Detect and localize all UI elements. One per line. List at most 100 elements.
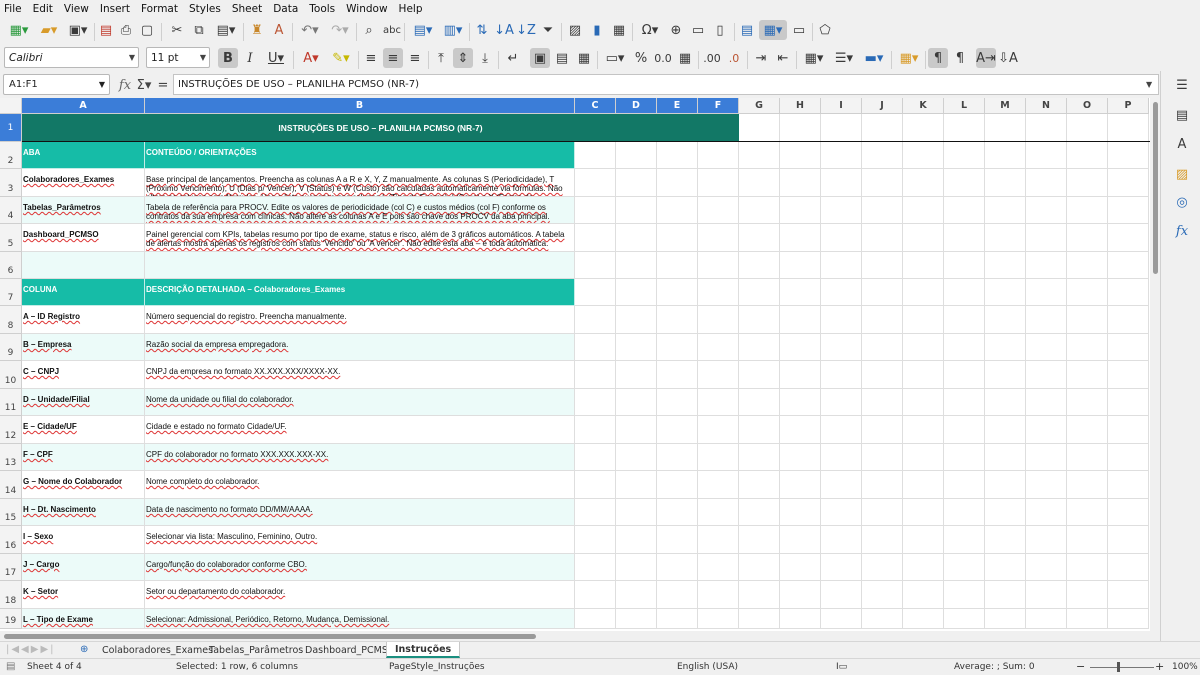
empty-cell[interactable]	[1067, 554, 1108, 581]
empty-cell[interactable]	[944, 361, 985, 389]
column-header[interactable]: F	[698, 98, 739, 114]
column-desc-cell[interactable]: Nome da unidade ou filial do colaborador…	[145, 389, 575, 416]
column-header[interactable]: L	[944, 98, 985, 114]
special-character-icon[interactable]: Ω▾	[636, 20, 664, 40]
empty-cell[interactable]	[903, 279, 944, 306]
empty-cell[interactable]	[1067, 142, 1108, 169]
empty-cell[interactable]	[575, 581, 616, 609]
empty-cell[interactable]	[985, 581, 1026, 609]
column-desc-cell[interactable]: Selecionar: Admissional, Periódico, Reto…	[145, 609, 575, 629]
empty-cell[interactable]	[657, 554, 698, 581]
delete-decimal-icon[interactable]: .0	[724, 48, 744, 68]
empty-cell[interactable]	[944, 142, 985, 169]
empty-cell[interactable]	[903, 499, 944, 526]
empty-cell[interactable]	[821, 306, 862, 334]
empty-cell[interactable]	[575, 169, 616, 197]
column-header[interactable]: G	[739, 98, 780, 114]
empty-cell[interactable]	[944, 197, 985, 224]
empty-cell[interactable]	[1108, 471, 1149, 499]
header-cell[interactable]: COLUNA	[22, 279, 145, 306]
empty-cell[interactable]	[657, 169, 698, 197]
empty-cell[interactable]	[1108, 609, 1149, 629]
empty-cell[interactable]	[821, 361, 862, 389]
empty-cell[interactable]	[780, 169, 821, 197]
empty-cell[interactable]	[1108, 554, 1149, 581]
empty-cell[interactable]	[862, 224, 903, 252]
empty-cell[interactable]	[944, 581, 985, 609]
empty-cell[interactable]	[944, 114, 985, 142]
zoom-level[interactable]: 100%	[1172, 662, 1198, 672]
empty-cell[interactable]	[780, 581, 821, 609]
empty-cell[interactable]	[1108, 224, 1149, 252]
empty-cell[interactable]	[739, 334, 780, 361]
empty-cell[interactable]	[616, 526, 657, 554]
pivot-table-icon[interactable]: ▦	[610, 20, 628, 40]
empty-cell[interactable]	[985, 142, 1026, 169]
empty-cell[interactable]	[985, 306, 1026, 334]
empty-cell[interactable]	[1108, 444, 1149, 471]
empty-cell[interactable]	[739, 142, 780, 169]
empty-cell[interactable]	[821, 471, 862, 499]
vertical-scrollbar[interactable]	[1150, 98, 1160, 631]
column-header[interactable]: C	[575, 98, 616, 114]
empty-cell[interactable]	[575, 306, 616, 334]
sum-summary[interactable]: Average: ; Sum: 0	[954, 662, 1035, 672]
empty-cell[interactable]	[821, 252, 862, 279]
font-color-icon[interactable]: A▾	[297, 48, 325, 68]
empty-cell[interactable]	[657, 416, 698, 444]
empty-cell[interactable]	[698, 279, 739, 306]
empty-cell[interactable]	[821, 142, 862, 169]
gallery-icon[interactable]: ▨	[1173, 165, 1191, 183]
column-name-cell[interactable]: I – Sexo	[22, 526, 145, 554]
empty-cell[interactable]	[821, 197, 862, 224]
empty-cell[interactable]	[1067, 526, 1108, 554]
row-header[interactable]: 14	[0, 471, 22, 499]
empty-cell[interactable]	[862, 416, 903, 444]
currency-format-icon[interactable]: ▭▾	[601, 48, 629, 68]
text-vertical-icon[interactable]: ⇩A	[998, 48, 1018, 68]
italic-icon[interactable]: I	[241, 48, 259, 68]
empty-cell[interactable]	[575, 197, 616, 224]
empty-cell[interactable]	[698, 252, 739, 279]
empty-cell[interactable]	[1026, 142, 1067, 169]
empty-cell[interactable]	[1108, 142, 1149, 169]
column-name-cell[interactable]: D – Unidade/Filial	[22, 389, 145, 416]
empty-cell[interactable]	[657, 224, 698, 252]
empty-cell[interactable]	[903, 224, 944, 252]
column-header[interactable]: A	[22, 98, 145, 114]
empty-cell[interactable]	[698, 444, 739, 471]
empty-cell[interactable]	[985, 361, 1026, 389]
empty-cell[interactable]	[1026, 279, 1067, 306]
empty-cell[interactable]	[780, 334, 821, 361]
column-header[interactable]: J	[862, 98, 903, 114]
empty-cell[interactable]	[1067, 361, 1108, 389]
empty-cell[interactable]	[821, 224, 862, 252]
split-window-icon[interactable]: ▭	[790, 20, 808, 40]
empty-cell[interactable]	[616, 581, 657, 609]
empty-cell[interactable]	[657, 471, 698, 499]
styles-icon[interactable]: A	[1173, 135, 1191, 153]
empty-cell[interactable]	[944, 306, 985, 334]
empty-cell[interactable]	[821, 526, 862, 554]
autofilter-icon[interactable]: ⏷	[539, 20, 557, 40]
empty-cell[interactable]	[698, 224, 739, 252]
empty-cell[interactable]	[862, 142, 903, 169]
column-desc-cell[interactable]: Nome completo do colaborador.	[145, 471, 575, 499]
empty-cell[interactable]	[862, 581, 903, 609]
row-header[interactable]: 8	[0, 306, 22, 334]
empty-cell[interactable]	[985, 526, 1026, 554]
empty-cell[interactable]	[985, 224, 1026, 252]
empty-cell[interactable]	[1067, 224, 1108, 252]
hyperlink-icon[interactable]: ⊕	[667, 20, 685, 40]
column-desc-cell[interactable]: Data de nascimento no formato DD/MM/AAAA…	[145, 499, 575, 526]
chevron-down-icon[interactable]: ▼	[200, 53, 206, 62]
empty-cell[interactable]	[616, 279, 657, 306]
unmerge-cells-icon[interactable]: ▦	[575, 48, 593, 68]
empty-cell[interactable]	[821, 581, 862, 609]
add-sheet-icon[interactable]: ⊕	[80, 644, 88, 655]
column-header[interactable]: E	[657, 98, 698, 114]
empty-cell[interactable]	[616, 334, 657, 361]
empty-cell[interactable]	[575, 554, 616, 581]
row-icon[interactable]: ▤▾	[409, 20, 437, 40]
empty-cell[interactable]	[862, 306, 903, 334]
